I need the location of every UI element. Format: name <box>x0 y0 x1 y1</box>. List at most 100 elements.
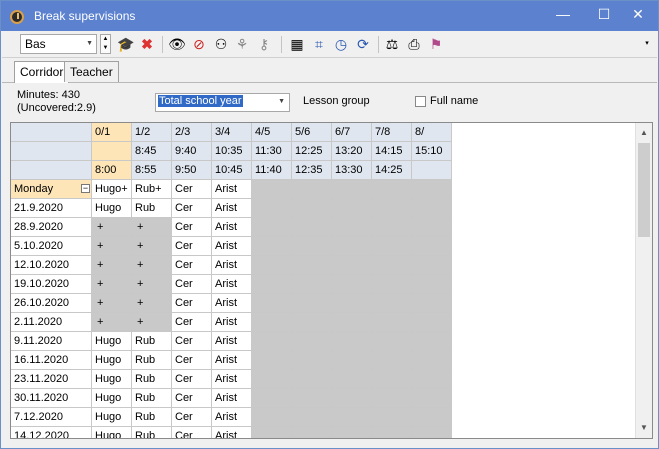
table-cell[interactable]: + <box>92 313 132 332</box>
table-cell[interactable]: Cer <box>172 370 212 389</box>
full-name-label[interactable]: Full name <box>430 95 478 107</box>
table-cell[interactable] <box>252 199 292 218</box>
table-cell[interactable] <box>332 199 372 218</box>
table-cell[interactable] <box>412 313 452 332</box>
table-cell[interactable]: + <box>92 294 132 313</box>
table-cell[interactable] <box>252 180 292 199</box>
table-cell[interactable] <box>332 275 372 294</box>
column-header-break[interactable]: 6/7 <box>332 123 372 142</box>
table-cell[interactable] <box>372 351 412 370</box>
table-cell[interactable] <box>292 370 332 389</box>
table-cell[interactable]: Cer <box>172 275 212 294</box>
row-date[interactable]: 30.11.2020 <box>11 389 92 408</box>
table-cell[interactable]: + <box>92 237 132 256</box>
refresh-icon[interactable]: ⟳ <box>354 35 372 53</box>
row-date[interactable]: 7.12.2020 <box>11 408 92 427</box>
table-cell[interactable]: Rub <box>132 351 172 370</box>
table-cell[interactable]: Hugo <box>92 408 132 427</box>
table-cell[interactable]: Cer <box>172 256 212 275</box>
column-header-break[interactable]: 0/1 <box>92 123 132 142</box>
lesson-group-label[interactable]: Lesson group <box>303 95 370 107</box>
table-cell[interactable] <box>332 427 372 438</box>
table-cell[interactable] <box>292 427 332 438</box>
table-cell[interactable]: Rub <box>132 389 172 408</box>
column-header-break[interactable]: 1/2 <box>132 123 172 142</box>
table-cell[interactable]: Hugo <box>92 427 132 438</box>
table-cell[interactable]: Hugo <box>92 389 132 408</box>
table-cell[interactable] <box>412 294 452 313</box>
row-date[interactable]: 28.9.2020 <box>11 218 92 237</box>
table-cell[interactable]: + <box>132 294 172 313</box>
row-date[interactable]: 21.9.2020 <box>11 199 92 218</box>
table-cell[interactable] <box>252 256 292 275</box>
table-cell[interactable] <box>292 313 332 332</box>
table-cell[interactable] <box>372 408 412 427</box>
table-cell[interactable]: Cer <box>172 389 212 408</box>
user-filter-icon[interactable]: ⚑ <box>427 35 445 53</box>
table-cell[interactable] <box>292 294 332 313</box>
eye-icon[interactable]: 👁 <box>168 35 186 53</box>
table-cell[interactable] <box>372 332 412 351</box>
table-cell[interactable]: + <box>132 218 172 237</box>
maximize-button[interactable]: ☐ <box>586 1 622 31</box>
table-cell[interactable]: Rub+ <box>132 180 172 199</box>
column-header-break[interactable]: 8/ <box>412 123 452 142</box>
full-name-checkbox[interactable] <box>415 96 426 107</box>
period-select[interactable]: Total school year ▼ <box>155 93 290 112</box>
table-cell[interactable] <box>372 237 412 256</box>
table-cell[interactable]: Arist <box>212 332 252 351</box>
table-cell[interactable] <box>252 370 292 389</box>
table-cell[interactable] <box>252 408 292 427</box>
table-cell[interactable] <box>412 389 452 408</box>
row-date[interactable]: 12.10.2020 <box>11 256 92 275</box>
table-cell[interactable] <box>372 180 412 199</box>
table-cell[interactable] <box>332 408 372 427</box>
row-date[interactable]: 14.12.2020 <box>11 427 92 438</box>
table-cell[interactable]: Hugo <box>92 351 132 370</box>
element-spinner[interactable]: ▲ ▼ <box>100 34 111 54</box>
table-cell[interactable]: Rub <box>132 370 172 389</box>
table-cell[interactable]: Hugo <box>92 199 132 218</box>
element-select[interactable]: Bas ▼ <box>20 34 97 54</box>
column-header-break[interactable]: 2/3 <box>172 123 212 142</box>
clock-icon[interactable]: ◷ <box>332 35 350 53</box>
column-header-break[interactable]: 7/8 <box>372 123 412 142</box>
table-cell[interactable] <box>252 351 292 370</box>
table-cell[interactable]: Hugo+ <box>92 180 132 199</box>
table-cell[interactable] <box>292 389 332 408</box>
delete-icon[interactable]: ✖ <box>138 35 156 53</box>
table-cell[interactable]: Arist <box>212 408 252 427</box>
title-bar[interactable]: Break supervisions — ☐ ✕ <box>1 1 658 31</box>
row-date[interactable]: 23.11.2020 <box>11 370 92 389</box>
table-cell[interactable] <box>372 256 412 275</box>
table-cell[interactable]: + <box>92 218 132 237</box>
scales-icon[interactable]: ⚖ <box>383 35 401 53</box>
hide-icon[interactable]: ⊘ <box>190 35 208 53</box>
table-cell[interactable] <box>412 408 452 427</box>
table-cell[interactable] <box>372 427 412 438</box>
table-cell[interactable] <box>292 408 332 427</box>
teacher-icon[interactable]: ⚇ <box>212 35 230 53</box>
table-cell[interactable] <box>252 275 292 294</box>
table-cell[interactable]: Arist <box>212 218 252 237</box>
table-cell[interactable] <box>252 332 292 351</box>
table-cell[interactable] <box>412 275 452 294</box>
table-cell[interactable] <box>292 351 332 370</box>
row-date[interactable]: 2.11.2020 <box>11 313 92 332</box>
table-cell[interactable] <box>292 199 332 218</box>
table-cell[interactable] <box>372 294 412 313</box>
vertical-scrollbar[interactable]: ▲ ▼ <box>635 123 652 438</box>
row-date[interactable]: 19.10.2020 <box>11 275 92 294</box>
table-cell[interactable]: + <box>132 237 172 256</box>
table-cell[interactable] <box>372 370 412 389</box>
table-cell[interactable] <box>332 218 372 237</box>
table-cell[interactable]: + <box>132 275 172 294</box>
table-cell[interactable] <box>292 218 332 237</box>
table-cell[interactable]: Hugo <box>92 332 132 351</box>
minimize-button[interactable]: — <box>545 1 581 31</box>
group-row-monday[interactable]: Monday − <box>11 180 92 199</box>
table-cell[interactable]: Cer <box>172 332 212 351</box>
table-cell[interactable] <box>412 237 452 256</box>
table-cell[interactable] <box>252 389 292 408</box>
table-cell[interactable] <box>332 237 372 256</box>
